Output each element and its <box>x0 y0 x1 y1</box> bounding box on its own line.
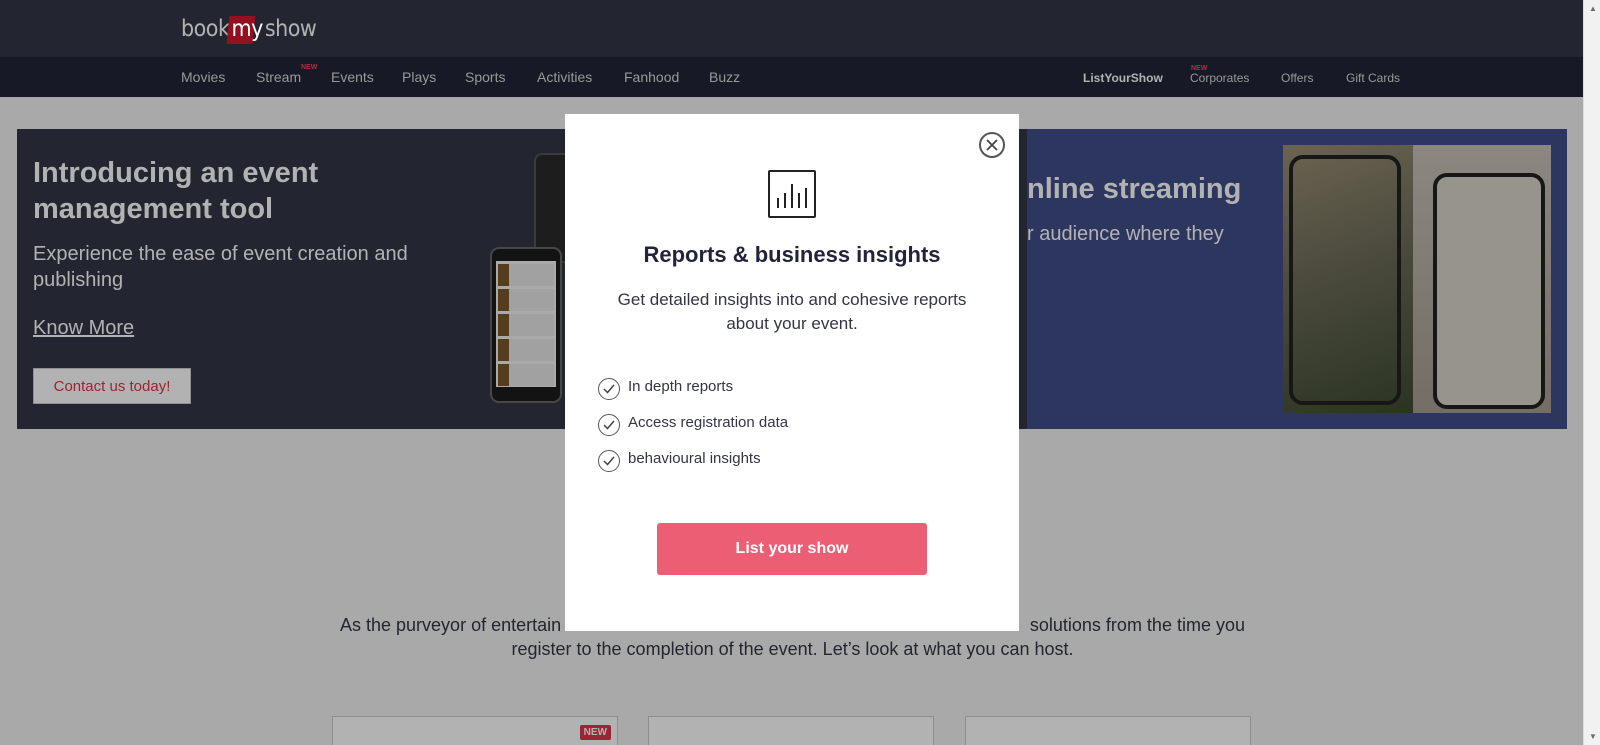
list-your-show-button[interactable]: List your show <box>657 523 927 575</box>
feature-label: In depth reports <box>628 377 734 395</box>
page-scrollbar[interactable]: ▲ ▼ <box>1583 0 1600 745</box>
scroll-down-arrow-icon[interactable]: ▼ <box>1589 732 1597 741</box>
feature-item: In depth reports <box>598 374 734 400</box>
modal-description: Get detailed insights into and cohesive … <box>617 290 967 333</box>
feature-item: behavioural insights <box>598 446 761 472</box>
bar-chart-icon <box>768 170 816 218</box>
check-circle-icon <box>598 378 620 400</box>
scroll-up-arrow-icon[interactable]: ▲ <box>1589 4 1597 13</box>
feature-label: behavioural insights <box>628 449 761 467</box>
feature-item: Access registration data <box>598 410 789 436</box>
feature-label: Access registration data <box>628 413 789 431</box>
feature-modal: Reports & business insights Get detailed… <box>565 114 1019 631</box>
check-circle-icon <box>598 450 620 472</box>
close-modal-button[interactable] <box>979 132 1005 158</box>
close-icon <box>986 139 998 151</box>
check-circle-icon <box>598 414 620 436</box>
modal-title: Reports & business insights <box>643 242 941 267</box>
logo-text-my: my <box>231 16 263 42</box>
